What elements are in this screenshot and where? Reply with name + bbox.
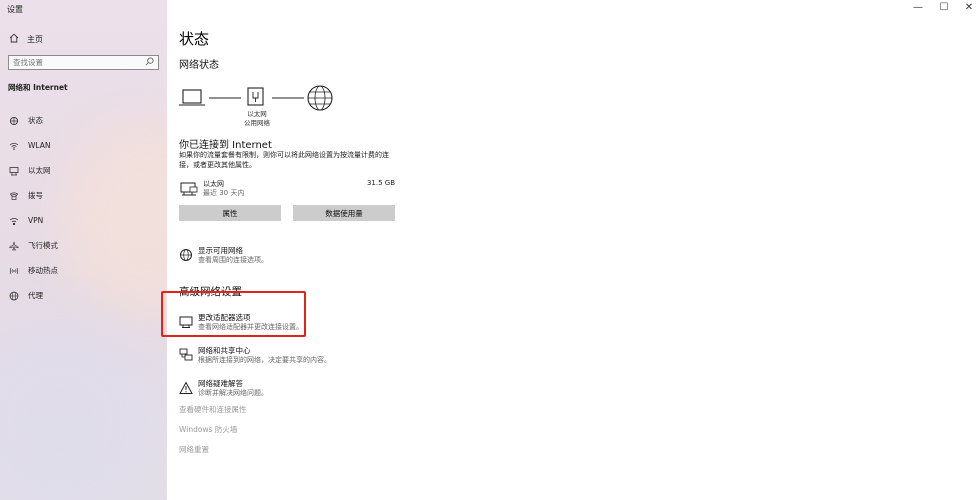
ethernet-adapter-icon	[247, 87, 264, 106]
globe-network-icon	[179, 247, 193, 261]
sidebar-item-airplane[interactable]: 飞行模式	[0, 233, 167, 258]
show-networks-link[interactable]: 显示可用网络 查看周围的连接选项。	[179, 245, 439, 267]
network-status-heading: 网络状态	[179, 60, 219, 71]
ethernet-usage-row: 以太网 最近 30 天内 31.5 GB	[179, 177, 395, 199]
ethernet-usage-value: 31.5 GB	[366, 179, 395, 187]
page-title: 状态	[179, 30, 210, 48]
vpn-icon	[9, 216, 19, 226]
sidebar-item-dialup[interactable]: 拨号	[0, 183, 167, 208]
sidebar: 设置 主页 网络和 Internet 状态 WLAN	[0, 0, 167, 500]
show-networks-desc: 查看周围的连接选项。	[198, 256, 268, 264]
sidebar-item-label: 飞行模式	[28, 241, 58, 250]
warning-icon	[179, 380, 193, 394]
network-sharing-icon	[179, 347, 193, 361]
globe-icon	[9, 291, 19, 301]
sidebar-home[interactable]: 主页	[9, 33, 43, 45]
sidebar-item-vpn[interactable]: VPN	[0, 208, 167, 233]
sidebar-item-proxy[interactable]: 代理	[0, 283, 167, 308]
firewall-link[interactable]: Windows 防火墙	[179, 424, 237, 435]
sidebar-item-label: WLAN	[28, 141, 51, 150]
data-usage-button[interactable]: 数据使用量	[293, 205, 395, 221]
wifi-icon	[9, 141, 19, 151]
search-box[interactable]	[8, 55, 159, 70]
ethernet-period: 最近 30 天内	[203, 189, 245, 197]
sidebar-item-hotspot[interactable]: 移动热点	[0, 258, 167, 283]
troubleshoot-link[interactable]: 网络疑难解答 诊断并解决网络问题。	[179, 378, 439, 400]
troubleshoot-desc: 诊断并解决网络问题。	[198, 389, 268, 397]
airplane-icon	[9, 241, 19, 251]
search-icon[interactable]	[145, 57, 154, 68]
sidebar-item-label: 以太网	[28, 166, 51, 175]
home-icon	[9, 33, 19, 45]
sidebar-item-label: 状态	[28, 116, 43, 125]
search-input[interactable]	[13, 58, 133, 67]
diagram-caption: 以太网 公用网络	[237, 110, 277, 128]
sidebar-section-label: 网络和 Internet	[8, 83, 68, 92]
home-network-icon	[9, 116, 19, 126]
sidebar-item-label: 移动热点	[28, 266, 58, 275]
sidebar-item-label: 拨号	[28, 191, 43, 200]
sidebar-item-ethernet[interactable]: 以太网	[0, 158, 167, 183]
properties-button[interactable]: 属性	[179, 205, 281, 221]
sharing-center-link[interactable]: 网络和共享中心 根据所连接到的网络，决定要共享的内容。	[179, 345, 439, 367]
network-reset-link[interactable]: 网络重置	[179, 444, 209, 455]
connected-title: 你已连接到 Internet	[179, 140, 272, 151]
sidebar-home-label: 主页	[27, 34, 43, 44]
ethernet-icon	[9, 166, 19, 176]
connected-description: 如果你的流量套餐有限制，则你可以将此网络设置为按流量计费的连接，或者更改其他属性…	[179, 151, 389, 169]
laptop-icon	[179, 89, 205, 106]
hardware-properties-link[interactable]: 查看硬件和连接属性	[179, 404, 247, 415]
diagram-caption-network: 公用网络	[244, 119, 270, 127]
window-title: 设置	[7, 5, 23, 14]
ethernet-icon	[180, 181, 198, 200]
sidebar-item-label: VPN	[28, 216, 44, 225]
sidebar-nav: 状态 WLAN 以太网 拨号 VPN 飞行模式 移动热点 代理	[0, 108, 167, 308]
diagram-caption-type: 以太网	[247, 110, 267, 118]
sidebar-item-wlan[interactable]: WLAN	[0, 133, 167, 158]
sidebar-item-label: 代理	[28, 291, 43, 300]
phone-icon	[9, 191, 19, 201]
sidebar-item-status[interactable]: 状态	[0, 108, 167, 133]
hotspot-icon	[9, 266, 19, 276]
sharing-center-desc: 根据所连接到的网络，决定要共享的内容。	[198, 356, 331, 364]
main-content: 状态 网络状态 以太网 公用网络 你已连接到 Internet 如果你的流量套餐…	[167, 0, 980, 500]
internet-globe-icon	[307, 85, 333, 111]
red-highlight-box	[161, 291, 306, 337]
